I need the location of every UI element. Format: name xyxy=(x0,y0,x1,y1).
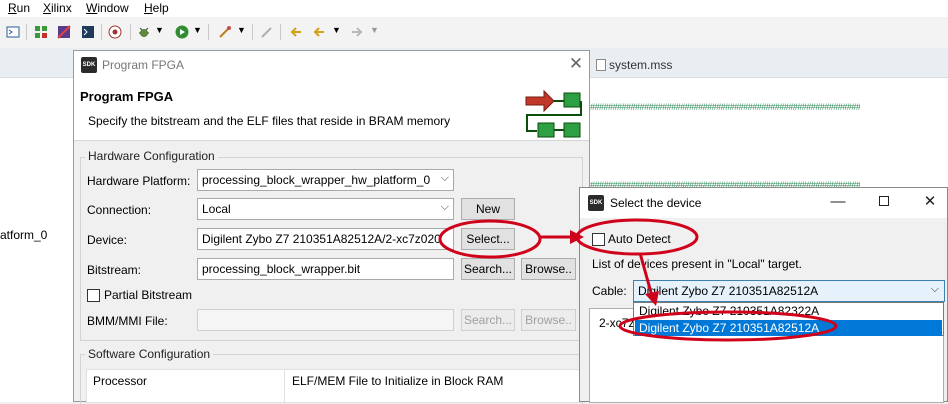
file-icon xyxy=(596,59,606,71)
bmm-file-label: BMM/MMI File: xyxy=(87,314,168,328)
column-divider xyxy=(284,370,285,404)
forward-dropdown-icon[interactable]: ▼ xyxy=(370,25,379,35)
menu-bar: Run Xilinx Window Help xyxy=(0,0,948,17)
external-tools-icon[interactable] xyxy=(218,25,232,39)
run-icon[interactable] xyxy=(175,25,189,39)
bmm-file-field xyxy=(197,309,454,331)
last-edit-icon[interactable] xyxy=(289,25,303,39)
menu-run[interactable]: Run xyxy=(8,1,30,15)
menu-help[interactable]: Help xyxy=(144,1,169,15)
cable-option[interactable]: Digilent Zybo Z7 210351A82322A xyxy=(635,303,942,319)
bitstream-label: Bitstream: xyxy=(87,263,142,277)
edit-icon[interactable] xyxy=(260,25,274,39)
device-label: Device: xyxy=(87,233,128,247)
bitstream-search-button[interactable]: Search... xyxy=(461,258,515,280)
back-icon[interactable] xyxy=(312,25,326,39)
auto-detect-checkbox[interactable] xyxy=(592,233,605,246)
cable-label: Cable: xyxy=(592,284,627,298)
connection-select[interactable]: Local ⌵ xyxy=(197,198,454,220)
chevron-down-icon: ⌵ xyxy=(440,201,449,213)
dialog-title: Program FPGA xyxy=(102,58,185,72)
select-device-button[interactable]: Select... xyxy=(461,228,515,250)
bitstream-field[interactable]: processing_block_wrapper.bit xyxy=(197,258,454,280)
sdk-icon: SDK xyxy=(588,195,604,211)
editor-tab-system-mss[interactable]: system.mss xyxy=(596,58,672,72)
program-fpga-icon[interactable] xyxy=(57,25,71,39)
maximize-icon[interactable] xyxy=(874,192,894,212)
cable-select[interactable]: Digilent Zybo Z7 210351A82512A ⌵ xyxy=(633,280,945,302)
chevron-down-icon: ⌵ xyxy=(440,172,449,184)
console-icon[interactable] xyxy=(81,25,95,39)
toolbar: ▼ ▼ ▼ ▼ ▼ xyxy=(0,17,948,48)
auto-detect-label: Auto Detect xyxy=(608,232,671,246)
back-dropdown-icon[interactable]: ▼ xyxy=(332,25,341,35)
minimize-icon[interactable]: — xyxy=(828,192,848,212)
fpga-logo-icon xyxy=(525,89,582,138)
partial-bitstream-label: Partial Bitstream xyxy=(104,288,193,302)
tools-dropdown-icon[interactable]: ▼ xyxy=(237,25,246,35)
device-list-caption: List of devices present in "Local" targe… xyxy=(592,257,802,271)
list-item[interactable]: 2-xc7z xyxy=(599,316,634,330)
dialog-banner: Program FPGA Specify the bitstream and t… xyxy=(74,81,589,141)
cable-dropdown-list: Digilent Zybo Z7 210351A82322A Digilent … xyxy=(633,302,944,336)
cable-option-selected[interactable]: Digilent Zybo Z7 210351A82512A xyxy=(635,320,942,336)
dialog-titlebar: SDK Program FPGA ✕ xyxy=(74,51,589,81)
hardware-platform-label: Hardware Platform: xyxy=(87,174,191,188)
run-dropdown-icon[interactable]: ▼ xyxy=(193,25,202,35)
debug-dropdown-icon[interactable]: ▼ xyxy=(155,25,164,35)
select-device-dialog: SDK Select the device — ✕ Auto Detect Li… xyxy=(579,187,948,403)
hardware-platform-select[interactable]: processing_block_wrapper_hw_platform_0 ⌵ xyxy=(197,169,454,191)
debug-config-icon[interactable] xyxy=(108,25,122,39)
page-description: Specify the bitstream and the ELF files … xyxy=(88,114,451,128)
column-header-processor[interactable]: Processor xyxy=(93,374,147,388)
device-field[interactable]: Digilent Zybo Z7 210351A82512A/2-xc7z020 xyxy=(197,228,454,250)
group-label: Hardware Configuration xyxy=(85,149,218,163)
partial-bitstream-checkbox[interactable] xyxy=(87,289,100,302)
forward-icon[interactable] xyxy=(350,25,364,39)
menu-xilinx[interactable]: Xilinx xyxy=(43,1,72,15)
chevron-down-icon: ⌵ xyxy=(930,283,939,295)
hardware-icon[interactable] xyxy=(34,25,48,39)
bmm-browse-button[interactable]: Browse.. xyxy=(521,309,576,331)
menu-window[interactable]: Window xyxy=(86,1,129,15)
group-label: Software Configuration xyxy=(85,347,214,361)
debug-icon[interactable] xyxy=(137,25,151,39)
dialog-titlebar: SDK Select the device — ✕ xyxy=(580,188,947,218)
code-comment-line: ########################################… xyxy=(590,102,860,112)
terminal-view-icon[interactable] xyxy=(6,25,20,39)
project-explorer-fragment: atform_0 xyxy=(0,228,48,242)
program-fpga-dialog: SDK Program FPGA ✕ Program FPGA Specify … xyxy=(73,50,590,404)
software-table: Processor ELF/MEM File to Initialize in … xyxy=(86,369,585,404)
sdk-icon: SDK xyxy=(81,57,97,73)
new-connection-button[interactable]: New xyxy=(461,198,515,220)
bmm-search-button[interactable]: Search... xyxy=(461,309,515,331)
connection-label: Connection: xyxy=(87,203,152,217)
page-title: Program FPGA xyxy=(80,89,174,104)
dialog-title: Select the device xyxy=(610,196,702,210)
close-icon[interactable]: ✕ xyxy=(566,54,586,74)
close-icon[interactable]: ✕ xyxy=(920,192,940,212)
bitstream-browse-button[interactable]: Browse.. xyxy=(521,258,576,280)
column-header-elf-file[interactable]: ELF/MEM File to Initialize in Block RAM xyxy=(292,374,503,388)
